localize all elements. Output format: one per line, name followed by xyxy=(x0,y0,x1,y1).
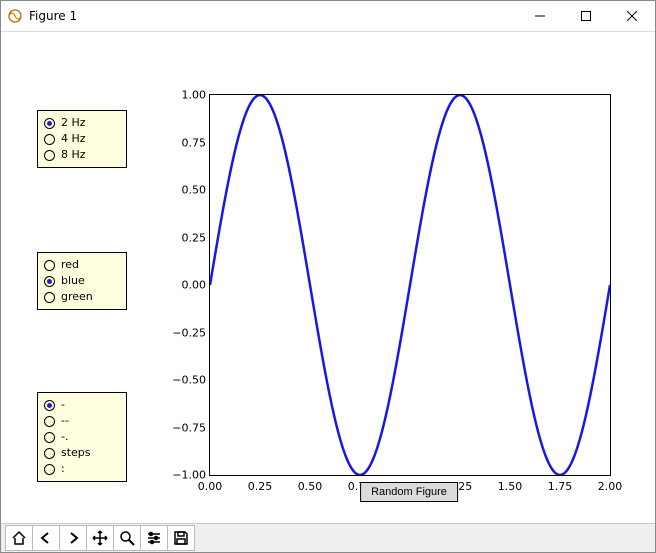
radio-label: 2 Hz xyxy=(61,115,86,131)
radio-group-linestyle[interactable]: ----.steps: xyxy=(37,392,127,482)
radio-label: -- xyxy=(61,413,69,429)
radio-group-frequency[interactable]: 2 Hz4 Hz8 Hz xyxy=(37,110,127,168)
radio-label: 8 Hz xyxy=(61,147,86,163)
back-icon[interactable] xyxy=(32,525,59,551)
radio-option[interactable]: -- xyxy=(44,413,120,429)
y-tick-label: 1.00 xyxy=(170,89,206,102)
radio-indicator xyxy=(44,416,55,427)
radio-indicator xyxy=(44,400,55,411)
radio-indicator xyxy=(44,150,55,161)
configure-icon[interactable] xyxy=(140,525,167,551)
titlebar: Figure 1 xyxy=(1,1,655,32)
y-tick-label: 0.25 xyxy=(170,231,206,244)
radio-option[interactable]: 4 Hz xyxy=(44,131,120,147)
radio-label: : xyxy=(61,461,65,477)
y-tick-label: −0.25 xyxy=(170,326,206,339)
radio-label: red xyxy=(61,257,79,273)
minimize-button[interactable] xyxy=(517,1,563,31)
matplotlib-toolbar xyxy=(1,523,655,552)
y-tick-label: −0.75 xyxy=(170,421,206,434)
radio-indicator xyxy=(44,432,55,443)
radio-indicator xyxy=(44,448,55,459)
x-tick-label: 1.75 xyxy=(540,480,580,493)
radio-option[interactable]: - xyxy=(44,397,120,413)
radio-label: steps xyxy=(61,445,91,461)
radio-indicator xyxy=(44,276,55,287)
radio-indicator xyxy=(44,134,55,145)
y-tick-label: −0.50 xyxy=(170,374,206,387)
y-tick-label: 0.50 xyxy=(170,184,206,197)
y-tick-label: 0.75 xyxy=(170,136,206,149)
radio-indicator xyxy=(44,464,55,475)
x-tick-label: 1.50 xyxy=(490,480,530,493)
x-tick-label: 0.00 xyxy=(190,480,230,493)
close-button[interactable] xyxy=(609,1,655,31)
radio-option[interactable]: 2 Hz xyxy=(44,115,120,131)
x-tick-label: 2.00 xyxy=(590,480,630,493)
plot-line xyxy=(210,95,610,475)
radio-indicator xyxy=(44,260,55,271)
radio-group-color[interactable]: redbluegreen xyxy=(37,252,127,310)
window: Figure 1 2 Hz4 Hz8 Hz redbluegreen ----.… xyxy=(0,0,656,553)
maximize-button[interactable] xyxy=(563,1,609,31)
app-icon xyxy=(7,8,23,24)
save-icon[interactable] xyxy=(167,525,195,551)
home-icon[interactable] xyxy=(5,525,32,551)
random-figure-button[interactable]: Random Figure xyxy=(360,482,458,502)
y-tick-label: 0.00 xyxy=(170,279,206,292)
radio-label: -. xyxy=(61,429,68,445)
pan-icon[interactable] xyxy=(86,525,113,551)
radio-option[interactable]: steps xyxy=(44,445,120,461)
radio-option[interactable]: green xyxy=(44,289,120,305)
radio-option[interactable]: blue xyxy=(44,273,120,289)
radio-option[interactable]: : xyxy=(44,461,120,477)
x-tick-label: 0.50 xyxy=(290,480,330,493)
radio-option[interactable]: 8 Hz xyxy=(44,147,120,163)
zoom-icon[interactable] xyxy=(113,525,140,551)
radio-label: blue xyxy=(61,273,85,289)
radio-label: 4 Hz xyxy=(61,131,86,147)
radio-label: green xyxy=(61,289,93,305)
figure-area: 2 Hz4 Hz8 Hz redbluegreen ----.steps: −1… xyxy=(1,32,655,523)
radio-indicator xyxy=(44,118,55,129)
radio-option[interactable]: red xyxy=(44,257,120,273)
radio-option[interactable]: -. xyxy=(44,429,120,445)
forward-icon[interactable] xyxy=(59,525,86,551)
radio-label: - xyxy=(61,397,65,413)
plot-axes[interactable]: −1.00−0.75−0.50−0.250.000.250.500.751.00… xyxy=(209,94,611,476)
window-title: Figure 1 xyxy=(29,9,77,23)
x-tick-label: 0.25 xyxy=(240,480,280,493)
window-controls xyxy=(517,1,655,31)
radio-indicator xyxy=(44,292,55,303)
